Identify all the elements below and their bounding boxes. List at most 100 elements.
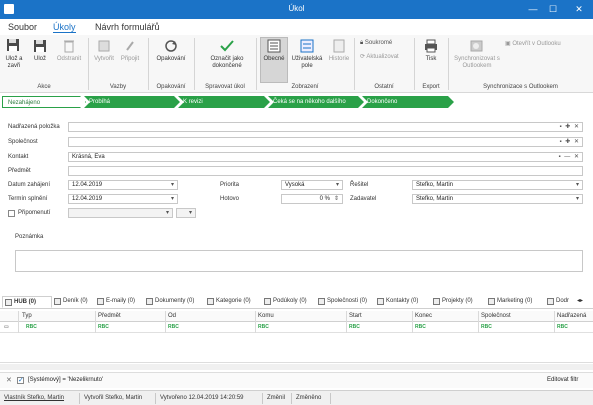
edit-filter-link[interactable]: Editovat filtr [547,377,578,383]
col-typ[interactable]: Typ [22,313,32,319]
tab-navrh-formularu[interactable]: Návrh formulářů [95,22,160,32]
contact-value: Krásná, Eva [72,154,105,160]
history-button[interactable]: Historie [326,38,352,63]
window-title: Úkol [288,4,305,13]
create-icon [98,40,110,52]
tab-dokumenty[interactable]: Dokumenty (0) [144,296,204,308]
col-start[interactable]: Start [349,313,362,319]
col-nadrazena[interactable]: Nadřazená [557,313,586,319]
mark-done-label: Označit jako dokončené [210,56,244,69]
due-date-field[interactable]: 12.04.2019 ▾ [68,194,178,204]
col-spolecnost[interactable]: Společnost [481,313,511,319]
tab-spolecnosti-label: Společnosti (0) [327,298,368,304]
start-date-value: 12.04.2019 [72,182,103,188]
tab-marketing[interactable]: Marketing (0) [486,296,544,308]
done-percent-field[interactable]: 0 % ⇕ [281,194,343,204]
company-field[interactable]: ▪ ✚ ✕ [68,137,583,147]
lock-icon: 🔒︎ [360,40,364,46]
group-akce: Akce [37,84,51,90]
tab-kategorie-label: Kategorie (0) [216,298,251,304]
dropdown-icon[interactable]: ▾ [166,209,170,217]
field-actions[interactable]: ▪ — ✕ [559,153,581,161]
workflow-step-dokonceno[interactable]: Dokončeno [362,96,454,108]
dropdown-icon[interactable]: ▾ [171,195,175,203]
remove-button[interactable]: Odstranit [54,38,84,63]
save-close-label: Ulož a zavři [5,56,23,69]
mark-done-button[interactable]: Označit jako dokončené [202,38,252,70]
notes-textarea[interactable] [15,250,583,272]
solver-select[interactable]: Stefko, Martin ▾ [412,180,583,190]
ribbon-separator [194,38,195,90]
field-actions[interactable]: ▪ ✚ ✕ [559,138,580,146]
filter-rbc[interactable]: RBC [98,324,109,330]
start-date-field[interactable]: 12.04.2019 ▾ [68,180,178,190]
private-button[interactable]: 🔒︎ Soukromé [360,40,392,47]
attach-button[interactable]: Připojit [118,38,142,63]
dropdown-icon[interactable]: ▾ [336,181,340,189]
save-button[interactable]: Ulož [30,38,50,63]
reminder-date-field[interactable]: ▾ [68,208,173,218]
tab-soubor[interactable]: Soubor [8,22,37,32]
tab-kontakty[interactable]: Kontakty (0) [375,296,430,308]
tab-dodr[interactable]: Dodr [545,296,573,308]
tab-ukoly[interactable]: Úkoly [53,22,76,33]
print-button[interactable]: Tisk [420,38,442,63]
grid-filter-row[interactable]: ▭ RBC RBC RBC RBC RBC RBC RBC RBC [0,322,593,333]
filter-text[interactable]: [Systémový] = 'Nezelikrnuto' [28,377,103,383]
close-filter-icon[interactable]: ✕ [6,376,12,384]
col-konec[interactable]: Konec [415,313,432,319]
col-od[interactable]: Od [168,313,176,319]
reminder-time-field[interactable]: ▾ [176,208,196,218]
tab-kategorie[interactable]: Kategorie (0) [205,296,261,308]
tab-projekty[interactable]: Projekty (0) [431,296,485,308]
spinner-icon[interactable]: ⇕ [334,195,340,203]
subject-input[interactable] [68,166,583,176]
tab-emaily[interactable]: E-maily (0) [95,296,143,308]
general-view-button[interactable]: Obecné [260,37,288,83]
filter-rbc[interactable]: RBC [415,324,426,330]
save-close-button[interactable]: Ulož a zavři [3,38,25,70]
priority-select[interactable]: Vysoká ▾ [281,180,343,190]
parent-field[interactable]: ▪ ✚ ✕ [68,122,583,132]
col-komu[interactable]: Komu [258,313,274,319]
workflow-step-ceka[interactable]: Čeká se na někoho dalšího [268,96,364,108]
field-actions[interactable]: ▪ ✚ ✕ [559,123,580,131]
update-button[interactable]: ⟳ Aktualizovat [360,53,399,60]
col-predmet[interactable]: Předmět [98,313,121,319]
tab-denik[interactable]: Deník (0) [52,296,94,308]
assigner-select[interactable]: Stefko, Martin ▾ [412,194,583,204]
horizontal-scrollbar[interactable] [0,364,593,370]
dropdown-icon[interactable]: ▾ [576,195,580,203]
workflow-step-k-revizi[interactable]: K revizi [178,96,270,108]
filter-rbc[interactable]: RBC [26,324,37,330]
maximize-button[interactable]: ☐ [546,3,560,15]
owner-link[interactable]: Vlastník Stefko, Martin [4,395,64,401]
open-outlook-button[interactable]: ▣ Otevřít v Outlooku [505,40,561,47]
sync-outlook-button[interactable]: Synchronizovat s Outlookem [452,38,502,70]
workflow-step-probiha[interactable]: Probíhá [84,96,180,108]
tab-spolecnosti[interactable]: Společnosti (0) [316,296,374,308]
workflow-step-nezahajeno[interactable]: Nezahájeno [2,96,86,108]
filter-rbc[interactable]: RBC [557,324,568,330]
reminder-checkbox[interactable] [8,210,15,217]
tabs-scroll-arrows[interactable]: ◂▸ [575,296,591,308]
filter-rbc[interactable]: RBC [481,324,492,330]
dropdown-icon[interactable]: ▾ [189,209,193,217]
tab-podukoly[interactable]: Podúkoly (0) [262,296,315,308]
repeat-button[interactable]: Opakování [152,38,190,63]
filter-rbc[interactable]: RBC [258,324,269,330]
grid-body[interactable] [0,333,593,363]
close-button[interactable]: ✕ [572,3,586,15]
minimize-button[interactable]: — [526,3,540,15]
filter-rbc[interactable]: RBC [168,324,179,330]
contact-field[interactable]: Krásná, Eva ▪ — ✕ [68,152,583,162]
create-button[interactable]: Vytvořit [92,38,116,63]
changed-on: Změněno [296,395,322,401]
dropdown-icon[interactable]: ▾ [576,181,580,189]
tab-hub[interactable]: HUB (0) [2,296,52,308]
user-fields-button[interactable]: Uživatelská pole [290,38,324,70]
filter-enabled-checkbox[interactable] [17,376,24,384]
ribbon-separator [148,38,149,90]
dropdown-icon[interactable]: ▾ [171,181,175,189]
filter-rbc[interactable]: RBC [349,324,360,330]
